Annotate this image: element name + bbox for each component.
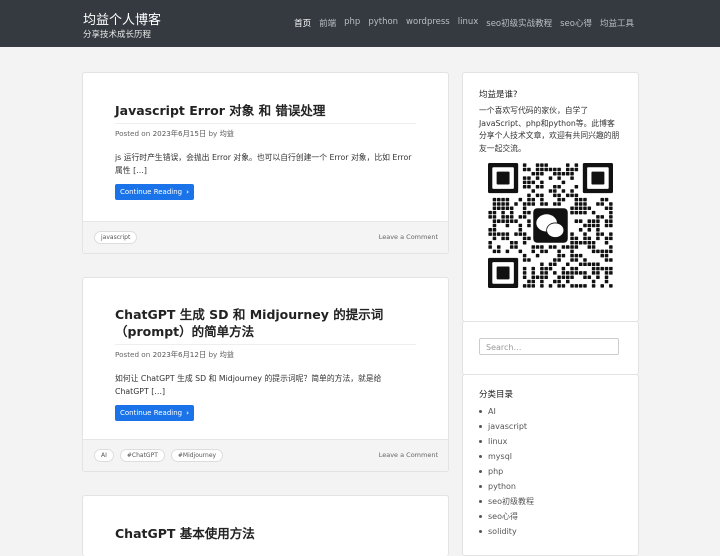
leave-comment-link[interactable]: Leave a Comment	[379, 451, 438, 459]
category-item[interactable]: seo初级教程	[479, 494, 622, 509]
nav-item-php[interactable]: php	[344, 17, 360, 29]
post-date[interactable]: 2023年6月12日	[153, 350, 207, 359]
continue-reading-button[interactable]: Continue Reading ›	[115, 405, 195, 421]
post-card: Javascript Error 对象 和 错误处理 Posted on 202…	[82, 72, 449, 254]
category-list: AI javascript linux mysql php python seo…	[479, 404, 622, 539]
post-meta: Posted on 2023年6月12日 by 均益	[115, 350, 416, 360]
main-nav: 首页 前端 php python wordpress linux seo初级实战…	[294, 17, 634, 29]
post-card: ChatGPT 生成 SD 和 Midjourney 的提示词（prompt）的…	[82, 277, 449, 472]
chevron-right-icon: ›	[186, 188, 190, 196]
site-title[interactable]: 均益个人博客	[83, 9, 161, 28]
nav-item-frontend[interactable]: 前端	[319, 17, 336, 29]
leave-comment-link[interactable]: Leave a Comment	[379, 233, 438, 241]
post-footer: AI #ChatGPT #Midjourney Leave a Comment	[83, 439, 448, 471]
nav-item-seo-tutorial[interactable]: seo初级实战教程	[486, 17, 552, 29]
button-label: Continue Reading	[120, 409, 183, 417]
post-title[interactable]: ChatGPT 基本使用方法	[115, 525, 416, 546]
category-item[interactable]: javascript	[479, 419, 622, 434]
post-card: ChatGPT 基本使用方法	[82, 495, 449, 556]
meta-prefix: Posted on	[115, 350, 151, 359]
category-item[interactable]: AI	[479, 404, 622, 419]
continue-reading-button[interactable]: Continue Reading ›	[115, 184, 195, 200]
tag-link[interactable]: javascript	[94, 231, 138, 244]
about-title: 均益是谁?	[479, 90, 518, 100]
about-widget: 均益是谁? 一个喜欢写代码的家伙，自学了JavaScript、php和pytho…	[462, 72, 639, 322]
post-tags: AI #ChatGPT #Midjourney	[94, 449, 224, 462]
post-author[interactable]: 均益	[220, 129, 234, 138]
about-text: 一个喜欢写代码的家伙，自学了JavaScript、php和python等。此博客…	[479, 106, 620, 153]
post-footer: javascript Leave a Comment	[83, 221, 448, 253]
post-author[interactable]: 均益	[220, 350, 234, 359]
search-input[interactable]: Search…	[479, 338, 619, 355]
category-item[interactable]: linux	[479, 434, 622, 449]
post-date[interactable]: 2023年6月15日	[153, 129, 207, 138]
site-tagline: 分享技术成长历程	[83, 30, 152, 40]
nav-item-wordpress[interactable]: wordpress	[406, 17, 450, 29]
post-excerpt: 如何让 ChatGPT 生成 SD 和 Midjourney 的提示词呢？简单的…	[115, 374, 382, 396]
tag-link[interactable]: #Midjourney	[170, 449, 224, 462]
button-label: Continue Reading	[120, 188, 183, 196]
wechat-qr-icon	[488, 163, 613, 292]
nav-item-linux[interactable]: linux	[458, 17, 479, 29]
meta-by: by	[208, 350, 218, 359]
chevron-right-icon: ›	[186, 409, 190, 417]
tag-link[interactable]: AI	[94, 449, 114, 462]
nav-item-home[interactable]: 首页	[294, 17, 311, 29]
post-meta: Posted on 2023年6月15日 by 均益	[115, 129, 416, 139]
post-title[interactable]: Javascript Error 对象 和 错误处理	[115, 102, 416, 124]
category-item[interactable]: mysql	[479, 449, 622, 464]
nav-item-python[interactable]: python	[368, 17, 398, 29]
category-item[interactable]: seo心得	[479, 509, 622, 524]
post-title[interactable]: ChatGPT 生成 SD 和 Midjourney 的提示词（prompt）的…	[115, 306, 416, 345]
meta-prefix: Posted on	[115, 129, 151, 138]
categories-widget: 分类目录 AI javascript linux mysql php pytho…	[462, 374, 639, 556]
category-item[interactable]: python	[479, 479, 622, 494]
search-widget: Search…	[462, 321, 639, 375]
top-navbar: 均益个人博客 分享技术成长历程 首页 前端 php python wordpre…	[0, 0, 720, 47]
meta-by: by	[208, 129, 218, 138]
category-item[interactable]: solidity	[479, 524, 622, 539]
post-excerpt: js 运行时产生错误，会抛出 Error 对象。也可以自行创建一个 Error …	[115, 153, 412, 175]
post-tags: javascript	[94, 231, 138, 244]
categories-title: 分类目录	[479, 390, 514, 400]
category-item[interactable]: php	[479, 464, 622, 479]
nav-item-tools[interactable]: 均益工具	[600, 17, 634, 29]
nav-item-seo-notes[interactable]: seo心得	[560, 17, 592, 29]
tag-link[interactable]: #ChatGPT	[119, 449, 165, 462]
